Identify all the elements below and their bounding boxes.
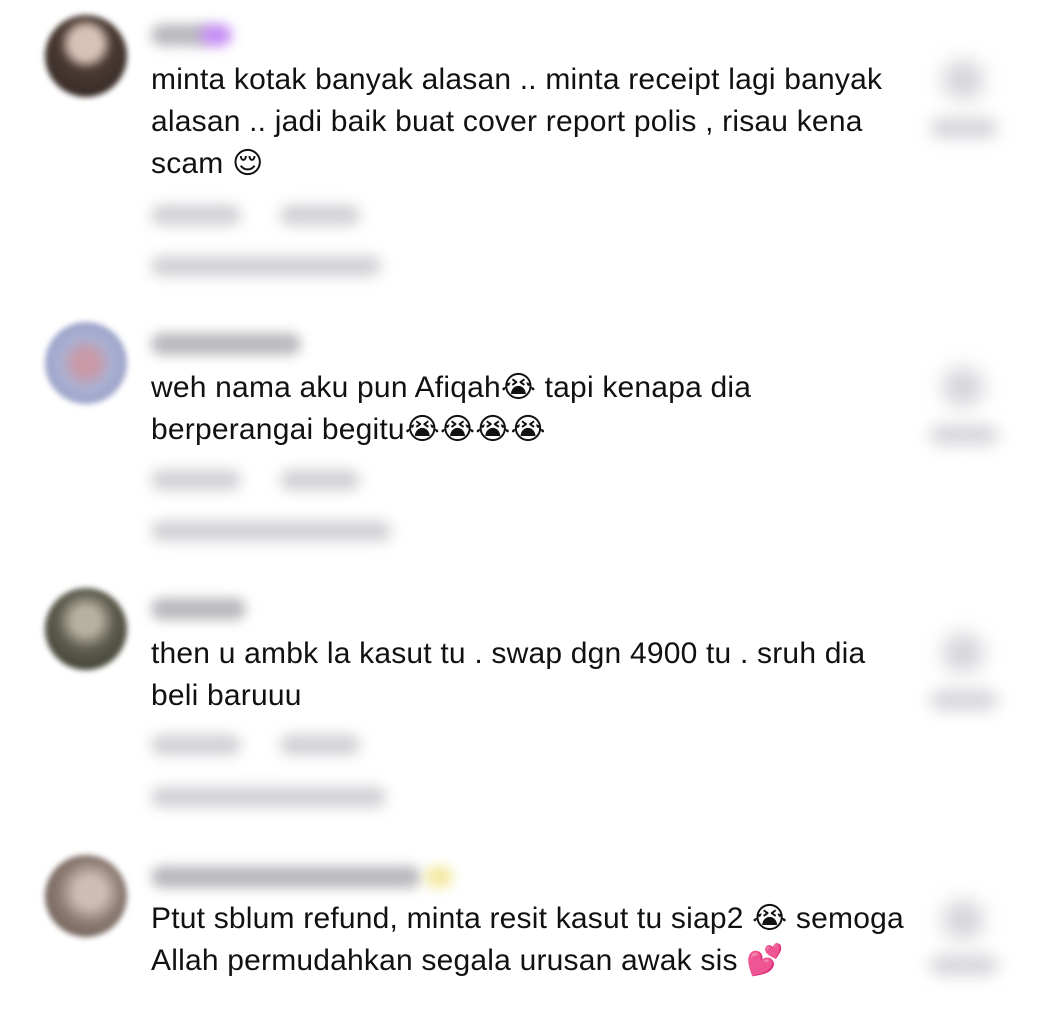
view-replies-button[interactable] [151, 521, 391, 541]
username-badge-icon [425, 866, 453, 888]
heart-icon[interactable] [942, 60, 984, 100]
comment-timestamp [151, 735, 241, 755]
comment-text: weh nama aku pun Afiqah😭 tapi kenapa dia… [151, 371, 752, 446]
like-count [930, 425, 998, 445]
like-count [930, 118, 998, 138]
avatar[interactable] [45, 15, 127, 97]
reply-button[interactable] [280, 735, 360, 755]
reply-button[interactable] [280, 205, 360, 225]
avatar[interactable] [45, 322, 127, 404]
comment-username[interactable] [151, 333, 301, 355]
heart-icon[interactable] [942, 367, 984, 407]
heart-icon[interactable] [942, 900, 984, 940]
comment-timestamp [151, 470, 241, 490]
view-replies-button[interactable] [151, 787, 386, 807]
view-replies-button[interactable] [151, 256, 381, 276]
heart-icon[interactable] [942, 633, 984, 673]
comment-username[interactable] [151, 866, 421, 888]
like-count [930, 690, 998, 710]
avatar[interactable] [45, 855, 127, 937]
username-badge-icon [200, 24, 232, 46]
reply-button[interactable] [280, 470, 360, 490]
comment-text: then u ambk la kasut tu . swap dgn 4900 … [151, 637, 866, 712]
like-count [930, 955, 998, 975]
comment-timestamp [151, 205, 241, 225]
comment-text: minta kotak banyak alasan .. minta recei… [151, 63, 883, 180]
comment-username[interactable] [151, 598, 246, 620]
comment-text: Ptut sblum refund, minta resit kasut tu … [151, 902, 904, 977]
avatar[interactable] [45, 588, 127, 670]
